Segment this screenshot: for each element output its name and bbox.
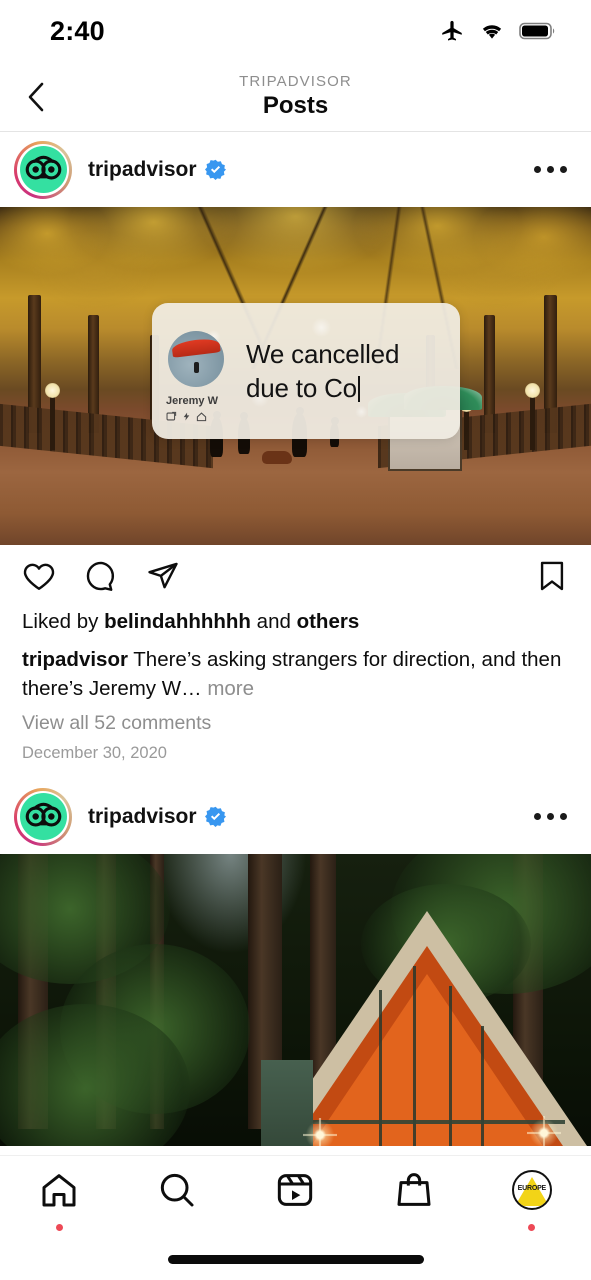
tab-home[interactable] (26, 1170, 92, 1231)
shop-bag-icon (394, 1170, 434, 1210)
instagram-screen: 2:40 TRIPADVISOR Posts tripadvisor Jerem… (0, 0, 591, 1280)
battery-icon (519, 21, 557, 41)
comment-button[interactable] (84, 553, 132, 599)
save-button[interactable] (535, 553, 569, 599)
wifi-icon (478, 20, 506, 42)
overlay-text-line-2: due to Co (246, 373, 357, 404)
page-title: Posts (262, 92, 329, 120)
nav-header: TRIPADVISOR Posts (0, 62, 591, 132)
profile-avatar: EUROPE (511, 1170, 552, 1210)
view-comments-link[interactable]: View all 52 comments (22, 712, 569, 735)
lamppost (45, 383, 60, 451)
more-options-icon (547, 166, 554, 173)
status-icons (439, 18, 557, 44)
caption-text-line: tripadvisor There’s asking strangers for… (22, 645, 569, 703)
text-caret (357, 376, 360, 403)
tab-shop[interactable] (381, 1170, 447, 1210)
post-header: tripadvisor (0, 779, 591, 854)
post-options-button[interactable] (528, 803, 573, 830)
lamppost (459, 397, 474, 451)
paraglider-pilot (194, 362, 199, 373)
caption-more-link[interactable]: more (207, 677, 254, 700)
airplane-mode-icon (439, 18, 465, 44)
overlay-quote-text: We cancelled due to Co (246, 337, 448, 406)
tripadvisor-owl-logo-icon (19, 146, 67, 193)
chevron-left-icon (24, 80, 50, 114)
post-username[interactable]: tripadvisor (88, 158, 197, 182)
likes-line[interactable]: Liked by belindahhhhhh and others (22, 607, 569, 636)
overlay-author-name: Jeremy W (166, 395, 218, 407)
home-indicator[interactable] (167, 1255, 424, 1264)
post-action-bar (0, 545, 591, 607)
nav-eyebrow: TRIPADVISOR (239, 72, 352, 90)
share-button[interactable] (146, 553, 194, 599)
more-options-icon (534, 813, 541, 821)
porch-light (527, 1116, 561, 1147)
avatar (17, 143, 69, 196)
search-icon (157, 1170, 197, 1210)
likes-middle: and (250, 610, 297, 633)
verified-badge-icon (204, 159, 226, 180)
more-options-icon (534, 166, 541, 173)
post-image-aframe-cabin[interactable] (0, 854, 591, 1147)
avatar-story-ring[interactable] (14, 140, 72, 199)
status-bar: 2:40 (0, 0, 591, 62)
home-icon (39, 1170, 79, 1210)
tab-search[interactable] (144, 1170, 210, 1210)
reels-icon (275, 1170, 315, 1210)
back-button[interactable] (14, 74, 60, 120)
post-caption-block: Liked by belindahhhhhh and others tripad… (0, 607, 591, 779)
verified-badge-icon (204, 806, 226, 828)
more-options-icon (547, 813, 554, 821)
nav-titles: TRIPADVISOR Posts (239, 72, 352, 120)
overlay-meta-icons (166, 411, 207, 422)
redwood-forest-scene (0, 854, 591, 1147)
likes-others[interactable]: others (297, 610, 360, 633)
like-button[interactable] (22, 553, 70, 599)
bookmark-icon (535, 559, 569, 593)
paraglider-canopy (171, 337, 221, 358)
overlay-quote-card: Jeremy W We cancelled due to Co (152, 303, 460, 439)
jeremy-w-avatar (168, 331, 224, 387)
window-mullion (413, 966, 416, 1147)
likes-prefix: Liked by (22, 610, 105, 633)
caption-username[interactable]: tripadvisor (22, 648, 128, 671)
a-frame-cabin (261, 911, 587, 1147)
post-image-autumn-park[interactable]: Jeremy W We cancelled due to Co (0, 207, 591, 545)
status-time: 2:40 (50, 15, 105, 46)
more-options-icon (560, 813, 567, 821)
more-options-icon (560, 166, 567, 173)
window-mullion (481, 1026, 484, 1147)
lamppost (525, 383, 540, 451)
porch-light (303, 1118, 337, 1147)
share-icon (146, 559, 180, 593)
dog-silhouette (262, 450, 292, 464)
post-header: tripadvisor (0, 132, 591, 207)
tripadvisor-owl-logo-icon (19, 793, 67, 841)
avatar (17, 790, 69, 843)
tab-reels[interactable] (262, 1170, 328, 1210)
tab-profile[interactable]: EUROPE (499, 1170, 565, 1231)
post-date: December 30, 2020 (22, 744, 167, 763)
post-options-button[interactable] (528, 156, 573, 183)
comment-icon (84, 559, 118, 593)
avatar-story-ring[interactable] (14, 787, 72, 846)
profile-avatar-label: EUROPE (517, 1185, 547, 1192)
likes-username[interactable]: belindahhhhhh (104, 610, 251, 633)
home-badge-dot (55, 1224, 63, 1231)
post-username[interactable]: tripadvisor (88, 805, 197, 829)
overlay-text-line-1: We cancelled (246, 339, 400, 369)
profile-badge-dot (528, 1224, 536, 1231)
heart-icon (22, 559, 56, 593)
